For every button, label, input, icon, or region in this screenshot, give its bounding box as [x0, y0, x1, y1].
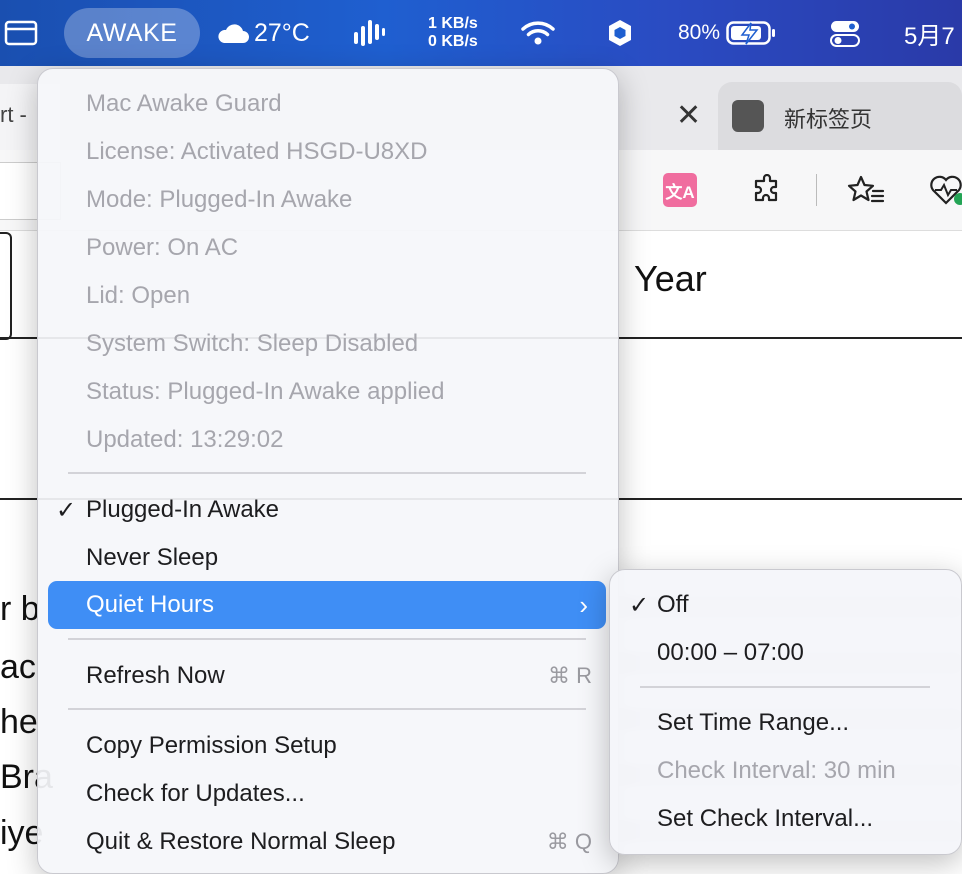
text-fragment: ac	[0, 648, 36, 686]
menu-item-label: License: Activated HSGD-U8XD	[86, 138, 428, 165]
menu-item-lid: Lid: Open	[48, 274, 606, 318]
audio-level-icon[interactable]	[352, 0, 386, 66]
menu-item-label: Set Time Range...	[657, 709, 850, 736]
menu-item-label: Copy Permission Setup	[86, 732, 337, 759]
menu-item-check-for-updates[interactable]: Check for Updates...	[48, 772, 606, 816]
menu-item-power: Power: On AC	[48, 226, 606, 270]
net-download: 0 KB/s	[428, 33, 478, 50]
menu-item-label: Refresh Now	[86, 662, 225, 689]
submenu-item-time-range[interactable]: 00:00 – 07:00	[620, 631, 950, 675]
toolbar-separator	[816, 174, 817, 206]
awake-status-item[interactable]: AWAKE	[64, 0, 200, 66]
menu-item-system-switch: System Switch: Sleep Disabled	[48, 322, 606, 366]
network-speed-item[interactable]: 1 KB/s 0 KB/s	[428, 0, 478, 66]
menu-item-label: Never Sleep	[86, 544, 219, 571]
content-heading: Year	[634, 258, 707, 299]
menu-item-label: Power: On AC	[86, 234, 239, 261]
content-box	[0, 232, 12, 340]
menu-separator	[68, 708, 586, 710]
translate-extension-icon[interactable]: 文A	[660, 170, 700, 210]
tab-close-icon[interactable]: ✕	[676, 98, 701, 133]
keyboard-shortcut: ⌘ Q	[546, 829, 592, 854]
net-upload: 1 KB/s	[428, 15, 478, 32]
awake-guard-menu: Mac Awake Guard License: Activated HSGD-…	[37, 68, 619, 874]
new-tab-label: 新标签页	[784, 107, 873, 132]
health-monitor-icon[interactable]	[928, 170, 962, 210]
text-fragment: he	[0, 703, 38, 741]
text-fragment: r b	[0, 590, 40, 628]
battery-charging-icon	[726, 21, 776, 45]
menu-item-mode: Mode: Plugged-In Awake	[48, 178, 606, 222]
menu-item-label: Set Check Interval...	[657, 805, 874, 832]
checkmark-icon: ✓	[56, 496, 77, 524]
submenu-item-set-time-range[interactable]: Set Time Range...	[620, 701, 950, 745]
menu-item-label: 00:00 – 07:00	[657, 639, 804, 666]
shield-icon[interactable]	[606, 0, 634, 66]
keyboard-shortcut: ⌘ R	[548, 663, 592, 688]
menu-item-label: System Switch: Sleep Disabled	[86, 330, 419, 357]
menu-item-label: Updated: 13:29:02	[86, 426, 284, 453]
chevron-right-icon: ›	[579, 589, 588, 620]
awake-status-label: AWAKE	[86, 18, 178, 47]
menu-item-label: Status: Plugged-In Awake applied	[86, 378, 445, 405]
menu-item-label: Off	[657, 591, 689, 618]
menu-item-label: Check for Updates...	[86, 780, 305, 807]
submenu-item-check-interval: Check Interval: 30 min	[620, 749, 950, 793]
date-text: 5月7	[904, 22, 955, 50]
menu-item-updated: Updated: 13:29:02	[48, 418, 606, 462]
menu-item-label: Lid: Open	[86, 282, 191, 309]
menu-item-quiet-hours[interactable]: Quiet Hours ›	[48, 581, 606, 629]
menu-item-label: Quiet Hours	[86, 591, 215, 618]
extensions-puzzle-icon[interactable]	[748, 170, 788, 210]
menu-item-copy-permission-setup[interactable]: Copy Permission Setup	[48, 724, 606, 768]
menu-item-app-name: Mac Awake Guard	[48, 82, 606, 126]
weather-item[interactable]: 27°C	[216, 0, 310, 66]
favorites-star-icon[interactable]	[846, 170, 886, 210]
menu-bar: AWAKE 27°C 1 KB/s 0 KB/s 80% 5月7	[0, 0, 962, 66]
window-icon[interactable]	[4, 0, 38, 66]
menu-item-label: Mode: Plugged-In Awake	[86, 186, 353, 213]
menu-item-never-sleep[interactable]: Never Sleep	[48, 536, 606, 580]
submenu-item-set-check-interval[interactable]: Set Check Interval...	[620, 797, 950, 841]
weather-temp: 27°C	[254, 18, 310, 47]
new-tab-favicon-icon	[732, 100, 764, 132]
menu-item-quit[interactable]: Quit & Restore Normal Sleep ⌘ Q	[48, 820, 606, 864]
menu-separator	[640, 686, 930, 688]
cloud-icon	[218, 24, 249, 43]
menu-item-plugged-in-awake[interactable]: ✓ Plugged-In Awake	[48, 488, 606, 532]
browser-tab-left-title: rt -	[0, 102, 27, 127]
checkmark-icon: ✓	[629, 591, 650, 619]
menu-item-label: Check Interval: 30 min	[657, 757, 896, 784]
battery-item[interactable]: 80%	[678, 0, 778, 66]
menu-item-status: Status: Plugged-In Awake applied	[48, 370, 606, 414]
menu-separator	[68, 638, 586, 640]
quiet-hours-submenu: ✓ Off 00:00 – 07:00 Set Time Range... Ch…	[609, 569, 962, 855]
menu-item-license: License: Activated HSGD-U8XD	[48, 130, 606, 174]
menu-item-label: Quit & Restore Normal Sleep	[86, 828, 396, 855]
battery-percent: 80%	[678, 21, 721, 44]
translate-glyph: 文A	[663, 173, 697, 207]
menu-item-refresh-now[interactable]: Refresh Now ⌘ R	[48, 654, 606, 698]
menu-separator	[68, 472, 586, 474]
menubar-date[interactable]: 5月7	[904, 0, 955, 66]
menu-item-label: Mac Awake Guard	[86, 90, 282, 117]
submenu-item-off[interactable]: ✓ Off	[620, 583, 950, 627]
control-center-icon[interactable]	[830, 0, 860, 66]
wifi-icon[interactable]	[520, 0, 556, 66]
menu-item-label: Plugged-In Awake	[86, 496, 280, 523]
